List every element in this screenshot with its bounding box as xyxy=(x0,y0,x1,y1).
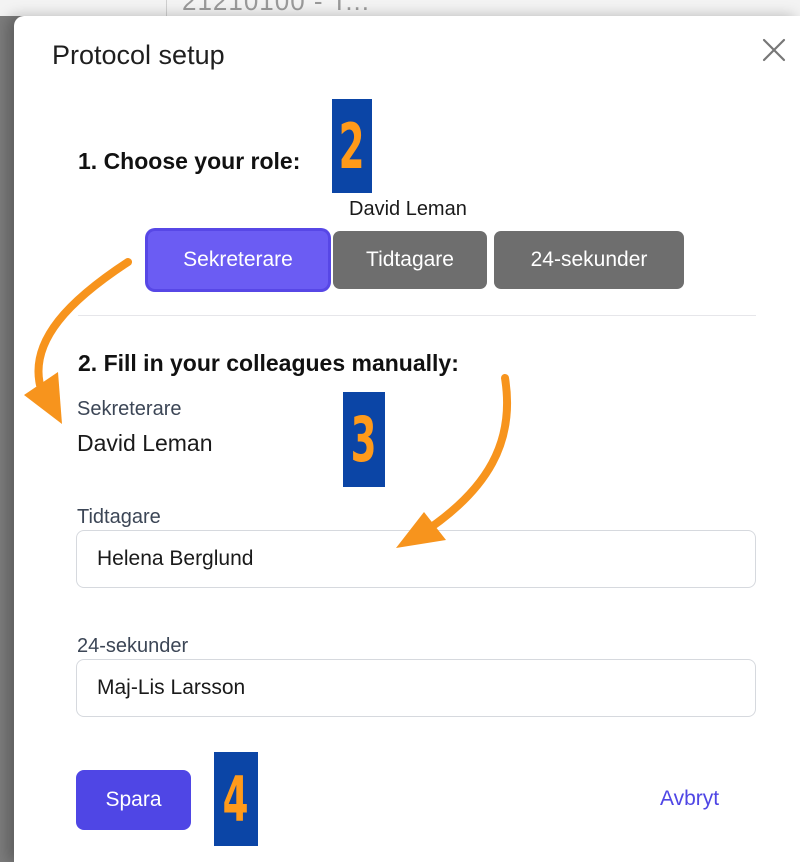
24-sekunder-label: 24-sekunder xyxy=(77,635,189,657)
step-badge-4: 4 xyxy=(214,752,258,846)
background-page-text: 21210100 - T... xyxy=(182,0,370,16)
role-button-sekreterare[interactable]: Sekreterare xyxy=(148,231,328,289)
section-divider xyxy=(78,315,756,316)
save-button[interactable]: Spara xyxy=(76,770,191,830)
role-button-tidtagare[interactable]: Tidtagare xyxy=(333,231,487,289)
24-sekunder-input[interactable]: Maj-Lis Larsson xyxy=(76,659,756,717)
modal-title: Protocol setup xyxy=(52,40,225,70)
sekreterare-value: David Leman xyxy=(77,430,213,456)
colleagues-heading: 2. Fill in your colleagues manually: xyxy=(78,350,459,376)
close-icon[interactable] xyxy=(760,36,788,64)
step-badge-2: 2 xyxy=(332,99,372,193)
background-divider xyxy=(166,0,167,16)
tidtagare-label: Tidtagare xyxy=(77,506,161,528)
current-user-name: David Leman xyxy=(349,198,467,220)
background-page-header: 21210100 - T... xyxy=(0,0,800,16)
protocol-setup-modal: Protocol setup 1. Choose your role: Davi… xyxy=(14,16,800,862)
choose-role-heading: 1. Choose your role: xyxy=(78,148,301,174)
role-button-24-sekunder[interactable]: 24-sekunder xyxy=(494,231,684,289)
sekreterare-label: Sekreterare xyxy=(77,398,182,420)
step-badge-3: 3 xyxy=(343,392,385,487)
tidtagare-input[interactable]: Helena Berglund xyxy=(76,530,756,588)
cancel-link[interactable]: Avbryt xyxy=(660,787,719,811)
